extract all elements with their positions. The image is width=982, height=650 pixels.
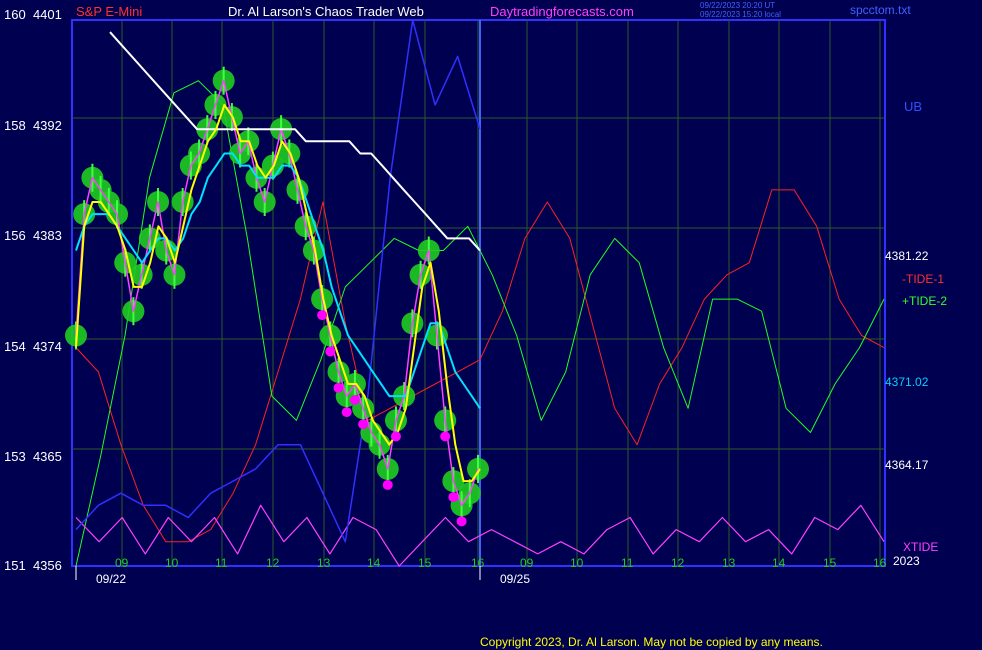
data-file-name: spcctom.txt — [850, 3, 911, 17]
hour-tick-label: 14 — [772, 556, 786, 570]
chart-area: 09 10 11 12 13 14 15 16 09 10 11 12 13 14 15 16 — [65, 19, 887, 580]
author-title: Dr. Al Larson's Chaos Trader Web — [228, 4, 424, 19]
timestamp-utc: 09/22/2023 20:20 UT — [700, 1, 776, 10]
date-label-day2: 09/25 — [500, 572, 531, 586]
hour-tick-label: 12 — [266, 556, 280, 570]
date-label-day1: 09/22 — [96, 572, 127, 586]
year-label: 2023 — [893, 554, 920, 568]
hour-tick-label: 13 — [722, 556, 736, 570]
timestamp-local: 09/22/2023 15:20 local — [700, 10, 781, 19]
hour-tick-label: 09 — [520, 556, 534, 570]
value-label-2: 4371.02 — [885, 375, 929, 389]
signal-marker — [349, 395, 360, 405]
hour-tick-label: 14 — [367, 556, 381, 570]
hour-tick-label: 10 — [570, 556, 584, 570]
value-label-3: 4364.17 — [885, 458, 929, 472]
hour-tick-label: 12 — [671, 556, 685, 570]
hour-tick-label: 15 — [418, 556, 432, 570]
hour-tick-label: 13 — [317, 556, 331, 570]
y-label-158: 158 4392 — [4, 118, 62, 133]
signal-marker — [390, 431, 401, 442]
signal-marker — [341, 407, 352, 418]
y-label-151: 151 4356 — [4, 558, 62, 573]
y-label-160: 160 4401 — [4, 7, 62, 22]
symbol-title: S&P E-Mini — [76, 4, 143, 19]
ub-label: UB — [904, 99, 923, 114]
signal-marker — [382, 479, 393, 490]
signal-marker — [456, 516, 467, 527]
signal-marker — [448, 492, 459, 503]
site-link[interactable]: Daytradingforecasts.com — [490, 4, 634, 19]
signal-marker — [317, 310, 328, 321]
tide2-label: +TIDE-2 — [902, 294, 948, 308]
y-label-156: 156 4383 — [4, 228, 62, 243]
signal-marker — [440, 431, 451, 442]
value-label-1: 4381.22 — [885, 249, 929, 263]
hour-tick-label: 15 — [823, 556, 837, 570]
tide1-label: -TIDE-1 — [902, 272, 944, 286]
y-label-153: 153 4365 — [4, 449, 62, 464]
signal-marker — [325, 346, 336, 357]
hour-tick-label: 10 — [165, 556, 179, 570]
signal-marker — [358, 419, 369, 430]
copyright-text: Copyright 2023, Dr. Al Larson. May not b… — [480, 635, 823, 649]
price-line — [75, 79, 479, 507]
signal-marker — [333, 382, 344, 393]
xtide-label: XTIDE — [903, 540, 939, 554]
hour-tick-label: 11 — [215, 556, 228, 570]
y-label-154: 154 4374 — [4, 339, 62, 354]
hour-tick-label: 16 — [873, 556, 887, 570]
hour-tick-label: 09 — [115, 556, 129, 570]
hour-tick-label: 16 — [471, 556, 485, 570]
hour-tick-label: 11 — [621, 556, 634, 570]
